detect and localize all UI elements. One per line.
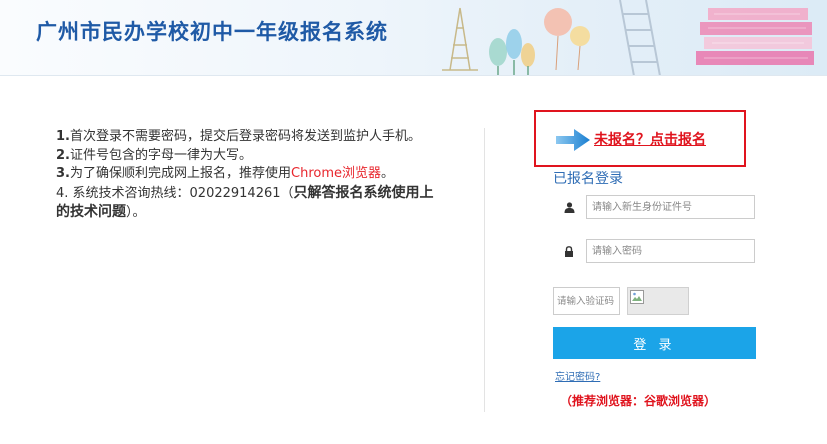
- register-highlight-box: 未报名？点击报名: [534, 110, 746, 167]
- instruction-3: 3.为了确保顺利完成网上报名，推荐使用Chrome浏览器。: [56, 166, 395, 181]
- register-link[interactable]: 未报名？点击报名: [594, 129, 706, 149]
- vertical-divider: [484, 128, 485, 412]
- user-icon: [553, 195, 585, 219]
- instruction-2: 2.证件号包含的字母一律为大写。: [56, 147, 252, 163]
- balloon-decoration: [544, 8, 590, 71]
- forgot-password-link[interactable]: 忘记密码?: [555, 368, 600, 383]
- instructions-panel: 1.首次登录不需要密码，提交后登录密码将发送到监护人手机。 2.证件号包含的字母…: [56, 128, 436, 223]
- id-number-input[interactable]: [586, 195, 755, 219]
- broken-image-icon: [630, 290, 644, 304]
- login-heading: 已报名登录: [553, 171, 623, 187]
- books-decoration: [696, 8, 814, 65]
- captcha-image[interactable]: [627, 287, 689, 315]
- header-banner: 广州市民办学校初中一年级报名系统: [0, 0, 827, 76]
- recommended-browser-note: （推荐浏览器：谷歌浏览器）: [560, 394, 717, 408]
- arrow-right-icon[interactable]: [556, 128, 590, 152]
- lock-icon: [553, 239, 585, 263]
- captcha-input[interactable]: [553, 287, 620, 315]
- instruction-4: 4. 系统技术咨询热线：02022914261（只解答报名系统使用上的技术问题）…: [56, 184, 434, 221]
- page-title: 广州市民办学校初中一年级报名系统: [36, 20, 388, 44]
- instruction-1: 1.首次登录不需要密码，提交后登录密码将发送到监护人手机。: [56, 129, 421, 144]
- ladder-decoration: [619, 0, 661, 75]
- chrome-browser-text: Chrome浏览器: [291, 166, 381, 181]
- password-input[interactable]: [586, 239, 755, 263]
- login-button[interactable]: 登 录: [553, 327, 756, 359]
